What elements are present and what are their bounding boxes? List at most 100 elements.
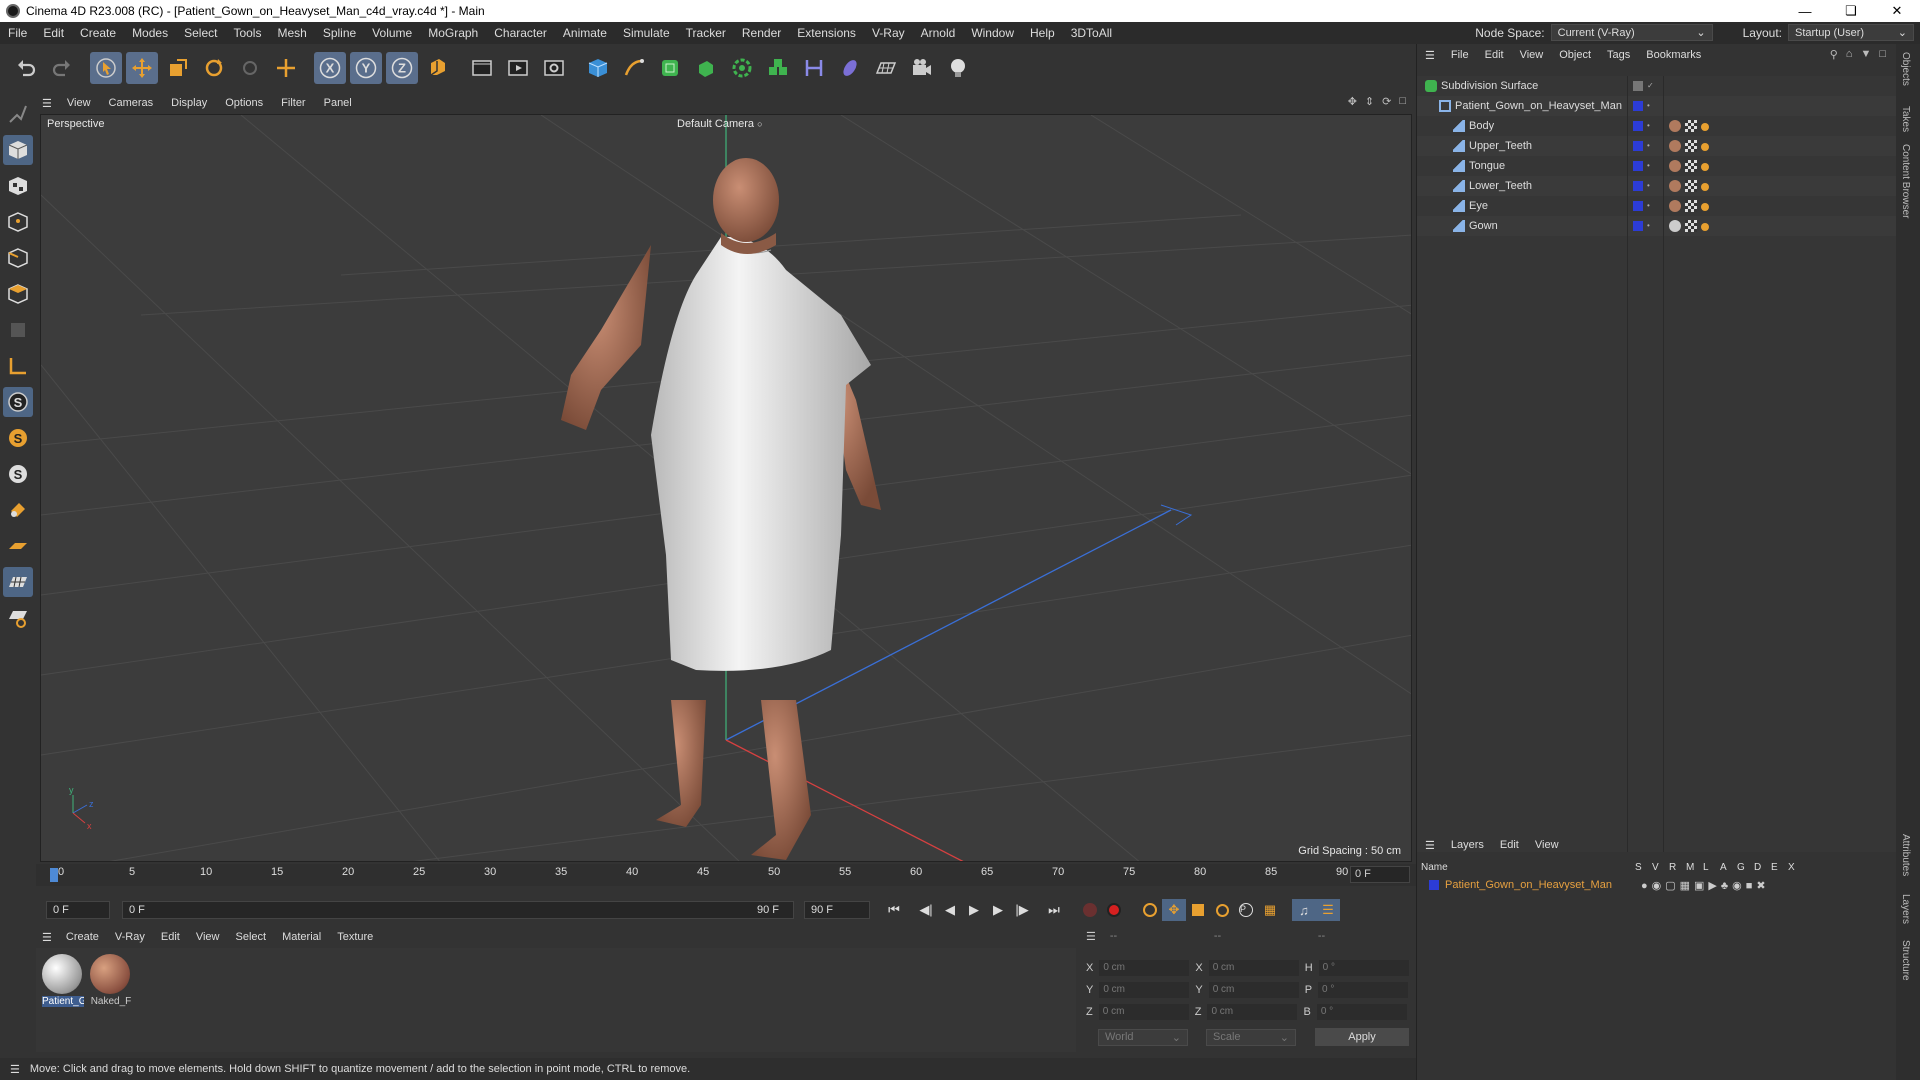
render-view-button[interactable] — [466, 52, 498, 84]
menu-vray[interactable]: V-Ray — [864, 26, 913, 40]
move-tool-button[interactable] — [126, 52, 158, 84]
material-naked-f[interactable]: Naked_F — [90, 954, 132, 1007]
menu-tools[interactable]: Tools — [225, 26, 269, 40]
apply-button[interactable]: Apply — [1315, 1028, 1409, 1046]
search-icon[interactable]: ⚲ — [1830, 48, 1838, 61]
start-frame-field[interactable]: 0 F — [46, 901, 110, 919]
layer-color-swatch[interactable] — [1633, 121, 1643, 131]
record-disabled-icon[interactable] — [1078, 899, 1102, 921]
object-name[interactable]: Patient_Gown_on_Heavyset_Man — [1455, 100, 1631, 112]
timeline-ruler[interactable]: 0 F 0 5 10 15 20 25 30 35 40 45 50 55 60 65 70 75 80 85 90 — [36, 864, 1416, 886]
layer-color-swatch[interactable] — [1633, 141, 1643, 151]
object-row[interactable]: Eye • — [1417, 196, 1897, 216]
keyframe-pla-icon[interactable]: ▦ — [1258, 899, 1282, 921]
layer-color-swatch[interactable] — [1429, 880, 1439, 890]
x-axis-lock-button[interactable]: X — [314, 52, 346, 84]
layers-menu-layers[interactable]: Layers — [1443, 839, 1492, 851]
tab-structure[interactable]: Structure — [1900, 940, 1911, 981]
object-row[interactable]: Patient_Gown_on_Heavyset_Man • — [1417, 96, 1897, 116]
object-name[interactable]: Tongue — [1469, 160, 1631, 172]
viewport-menu-panel[interactable]: Panel — [315, 97, 361, 109]
cloner-button[interactable] — [726, 52, 758, 84]
layer-flag-header[interactable]: X — [1788, 862, 1799, 873]
rotation-b-field[interactable]: 0 ° — [1316, 1004, 1407, 1020]
render-settings-button[interactable] — [538, 52, 570, 84]
snap-settings-button[interactable]: S — [3, 423, 33, 453]
recent-tool-button[interactable] — [234, 52, 266, 84]
object-name[interactable]: Gown — [1469, 220, 1631, 232]
layers-menu-edit[interactable]: Edit — [1492, 839, 1527, 851]
layer-flag-icons[interactable]: ●◉▢▦▣▶♣◉■✖ — [1641, 879, 1770, 892]
menu-help[interactable]: Help — [1022, 26, 1063, 40]
object-row[interactable]: Body • — [1417, 116, 1897, 136]
viewport-menu-filter[interactable]: Filter — [272, 97, 314, 109]
layer-color-swatch[interactable] — [1633, 201, 1643, 211]
character-model[interactable] — [561, 158, 881, 860]
previous-frame-icon[interactable]: ◀ — [938, 899, 962, 921]
coordinate-space-dropdown[interactable]: World ⌄ — [1098, 1028, 1188, 1046]
position-y-field[interactable]: 0 cm — [1099, 982, 1190, 998]
menu-window[interactable]: Window — [963, 26, 1022, 40]
hamburger-icon[interactable]: ☰ — [36, 931, 58, 944]
z-axis-lock-button[interactable]: Z — [386, 52, 418, 84]
coordinate-system-button[interactable] — [422, 52, 454, 84]
range-slider[interactable]: 0 F 90 F — [122, 901, 794, 919]
keyframe-position-icon[interactable]: ✥ — [1162, 899, 1186, 921]
model-mode-button[interactable] — [3, 135, 33, 165]
toggle-view-icon[interactable]: □ — [1399, 95, 1406, 108]
layer-flag-header[interactable]: A — [1720, 862, 1731, 873]
points-mode-button[interactable] — [3, 207, 33, 237]
position-x-field[interactable]: 0 cm — [1099, 960, 1190, 976]
axis-mode-button[interactable] — [3, 351, 33, 381]
new-window-icon[interactable]: □ — [1879, 48, 1886, 61]
material-menu-view[interactable]: View — [188, 931, 228, 943]
menu-animate[interactable]: Animate — [555, 26, 615, 40]
play-icon[interactable]: ▶ — [962, 899, 986, 921]
layer-flag-header[interactable]: R — [1669, 862, 1680, 873]
layer-flag-header[interactable]: D — [1754, 862, 1765, 873]
hamburger-icon[interactable]: ☰ — [1417, 839, 1443, 852]
object-row[interactable]: Upper_Teeth • — [1417, 136, 1897, 156]
layer-flag-header[interactable]: L — [1703, 862, 1714, 873]
floor-button[interactable] — [870, 52, 902, 84]
workplane-snap-button[interactable]: S — [3, 459, 33, 489]
material-menu-vray[interactable]: V-Ray — [107, 931, 153, 943]
object-name[interactable]: Upper_Teeth — [1469, 140, 1631, 152]
om-menu-object[interactable]: Object — [1551, 49, 1599, 61]
minimize-button[interactable]: — — [1782, 0, 1828, 22]
menu-volume[interactable]: Volume — [364, 26, 420, 40]
pan-view-icon[interactable]: ✥ — [1348, 95, 1357, 108]
object-name[interactable]: Eye — [1469, 200, 1631, 212]
visibility-dots-icon[interactable]: • — [1647, 122, 1650, 130]
menu-edit[interactable]: Edit — [35, 26, 72, 40]
visibility-dots-icon[interactable]: • — [1647, 202, 1650, 210]
tab-layers[interactable]: Layers — [1900, 894, 1911, 924]
snap-button[interactable]: S — [3, 387, 33, 417]
layer-color-swatch[interactable] — [1633, 181, 1643, 191]
visibility-dots-icon[interactable]: • — [1647, 102, 1650, 110]
size-z-field[interactable]: 0 cm — [1207, 1004, 1298, 1020]
material-tags-icon[interactable] — [1669, 140, 1709, 152]
layer-flag-header[interactable]: E — [1771, 862, 1782, 873]
spline-pen-button[interactable] — [618, 52, 650, 84]
object-name[interactable]: Subdivision Surface — [1441, 80, 1631, 92]
next-key-icon[interactable]: |▶ — [1010, 899, 1034, 921]
menu-extensions[interactable]: Extensions — [789, 26, 864, 40]
rotate-tool-button[interactable] — [198, 52, 230, 84]
camera-button[interactable] — [906, 52, 938, 84]
layer-flag-header[interactable]: G — [1737, 862, 1748, 873]
move-plus-button[interactable] — [270, 52, 302, 84]
hamburger-icon[interactable]: ☰ — [1417, 49, 1443, 62]
make-editable-button[interactable] — [3, 99, 33, 129]
go-to-start-icon[interactable]: ⏮ — [882, 899, 906, 921]
material-tags-icon[interactable] — [1669, 200, 1709, 212]
node-space-dropdown[interactable]: Current (V-Ray) ⌄ — [1550, 24, 1713, 41]
visibility-dots-icon[interactable]: • — [1647, 162, 1650, 170]
layer-row[interactable]: Patient_Gown_on_Heavyset_Man ●◉▢▦▣▶♣◉■✖ — [1417, 876, 1897, 894]
visibility-dots-icon[interactable]: • — [1647, 182, 1650, 190]
om-menu-tags[interactable]: Tags — [1599, 49, 1638, 61]
menu-file[interactable]: File — [0, 26, 35, 40]
om-menu-file[interactable]: File — [1443, 49, 1477, 61]
visibility-dots-icon[interactable]: ✓ — [1647, 82, 1654, 90]
menu-create[interactable]: Create — [72, 26, 124, 40]
